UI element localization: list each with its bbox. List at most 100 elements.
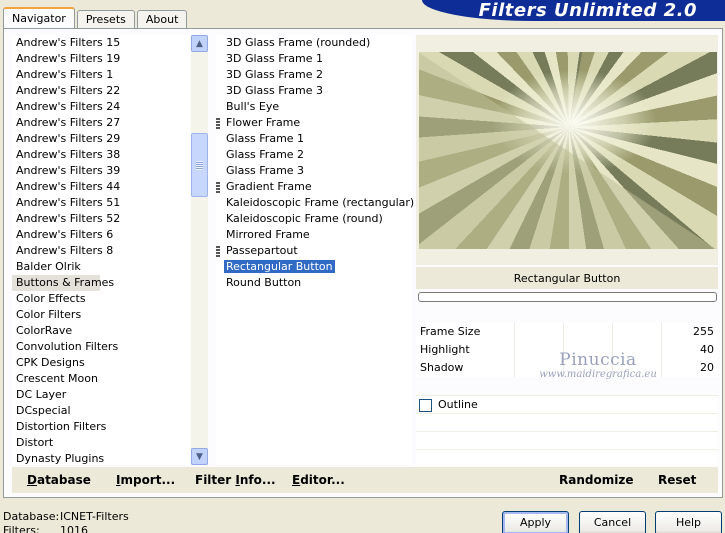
category-item[interactable]: Andrew's Filters 15: [12, 35, 190, 51]
outline-checkbox[interactable]: [419, 399, 432, 412]
parameter-name: Shadow: [420, 361, 464, 374]
parameter-slider[interactable]: Frame Size 255: [416, 323, 718, 341]
subfolder-marker-icon: [216, 118, 220, 129]
category-scrollbar[interactable]: ▲ ▼: [191, 35, 208, 465]
filter-item-label: Flower Frame: [226, 116, 301, 129]
filter-title: Rectangular Button: [416, 267, 718, 289]
category-item[interactable]: Convolution Filters: [12, 339, 190, 355]
category-item[interactable]: Dynasty Plugins: [12, 451, 190, 465]
filter-item-label: Mirrored Frame: [226, 228, 310, 241]
category-item[interactable]: Distort: [12, 435, 190, 451]
status-filters: Filters: 1016: [3, 524, 88, 533]
scroll-up-button[interactable]: ▲: [191, 35, 208, 52]
outline-option[interactable]: Outline: [416, 395, 718, 413]
navigator-panel: Andrew's Filters 15 Andrew's Filters 19 An…: [3, 28, 723, 498]
filter-item[interactable]: Gradient Frame: [216, 179, 412, 195]
parameter-slider[interactable]: Shadow 20: [416, 359, 718, 377]
parameter-name: Frame Size: [420, 325, 481, 338]
empty-option-row: [416, 431, 718, 449]
slider-track: [466, 359, 678, 377]
import-button[interactable]: Import...: [116, 467, 175, 493]
subfolder-marker-icon: [216, 182, 220, 193]
filter-item[interactable]: 3D Glass Frame (rounded): [216, 35, 412, 51]
cancel-button[interactable]: Cancel: [579, 511, 646, 533]
panel-actions: Database Import... Filter Info... Editor…: [12, 467, 718, 493]
category-list[interactable]: Andrew's Filters 15 Andrew's Filters 19 An…: [12, 35, 190, 465]
filter-info-button[interactable]: Filter Info...: [195, 467, 276, 493]
category-item[interactable]: Buttons & Frames: [12, 275, 114, 291]
category-item[interactable]: Balder Olrik: [12, 259, 190, 275]
tab-about[interactable]: About: [136, 10, 188, 28]
filter-item-label: Gradient Frame: [226, 180, 312, 193]
apply-button[interactable]: Apply: [502, 511, 569, 533]
database-button[interactable]: Database: [27, 467, 91, 493]
empty-option-row: [416, 449, 718, 467]
category-item[interactable]: DCspecial: [12, 403, 190, 419]
category-item[interactable]: Andrew's Filters 1: [12, 67, 190, 83]
parameter-slider[interactable]: Highlight 40: [416, 341, 718, 359]
filter-item[interactable]: Glass Frame 1: [216, 131, 412, 147]
category-item[interactable]: Andrew's Filters 22: [12, 83, 190, 99]
filter-item-label: 3D Glass Frame 3: [226, 84, 324, 97]
filter-list[interactable]: 3D Glass Frame (rounded) 3D Glass Frame 1…: [216, 35, 414, 465]
parameter-value: 255: [693, 325, 714, 338]
parameter-name: Highlight: [420, 343, 470, 356]
filter-item[interactable]: Glass Frame 2: [216, 147, 412, 163]
category-item[interactable]: Andrew's Filters 39: [12, 163, 190, 179]
category-item[interactable]: Andrew's Filters 38: [12, 147, 190, 163]
filter-item-label: Glass Frame 2: [226, 148, 305, 161]
category-item[interactable]: Andrew's Filters 6: [12, 227, 190, 243]
randomize-button[interactable]: Randomize: [559, 467, 633, 493]
filter-item[interactable]: Rectangular Button: [216, 259, 412, 275]
status-info: Database:ICNET-Filters Filters: 1016: [3, 510, 129, 533]
category-item[interactable]: Andrew's Filters 8: [12, 243, 190, 259]
preview-image: [419, 52, 717, 249]
chevron-up-icon: ▲: [196, 38, 203, 49]
editor-button[interactable]: Editor...: [292, 467, 345, 493]
category-item[interactable]: Andrew's Filters 24: [12, 99, 190, 115]
filter-item[interactable]: Passepartout: [216, 243, 412, 259]
category-item[interactable]: Color Filters: [12, 307, 190, 323]
category-item[interactable]: Andrew's Filters 27: [12, 115, 190, 131]
filter-item-label: 3D Glass Frame 1: [226, 52, 324, 65]
preview-area: [416, 35, 718, 265]
help-button[interactable]: Help: [655, 511, 722, 533]
filter-item-label: 3D Glass Frame (rounded): [226, 36, 371, 49]
scroll-thumb[interactable]: [191, 133, 208, 197]
tab-presets[interactable]: Presets: [76, 10, 135, 28]
filter-item-label: Round Button: [226, 276, 302, 289]
category-item[interactable]: Andrew's Filters 19: [12, 51, 190, 67]
category-item[interactable]: DC Layer: [12, 387, 190, 403]
filter-item[interactable]: Bull's Eye: [216, 99, 412, 115]
filter-item[interactable]: 3D Glass Frame 2: [216, 67, 412, 83]
category-item[interactable]: Andrew's Filters 29: [12, 131, 190, 147]
filter-item[interactable]: 3D Glass Frame 1: [216, 51, 412, 67]
category-item[interactable]: Crescent Moon: [12, 371, 190, 387]
filter-item[interactable]: Kaleidoscopic Frame (round): [216, 211, 412, 227]
grip-icon: [196, 160, 203, 170]
category-item[interactable]: Color Effects: [12, 291, 190, 307]
parameter-list: Frame Size 255 Highlight 40 Shadow 20 Pinucci…: [416, 323, 718, 380]
category-item[interactable]: ColorRave: [12, 323, 190, 339]
filter-item[interactable]: Flower Frame: [216, 115, 412, 131]
filter-item-label: 3D Glass Frame 2: [226, 68, 324, 81]
progress-bar: [418, 292, 717, 302]
reset-button[interactable]: Reset: [658, 467, 696, 493]
filter-item[interactable]: Glass Frame 3: [216, 163, 412, 179]
outline-label: Outline: [438, 398, 478, 411]
filter-item[interactable]: 3D Glass Frame 3: [216, 83, 412, 99]
filter-item[interactable]: Round Button: [216, 275, 412, 291]
category-item[interactable]: Andrew's Filters 52: [12, 211, 190, 227]
empty-option-row: [416, 413, 718, 431]
scroll-down-button[interactable]: ▼: [191, 448, 208, 465]
category-item[interactable]: Andrew's Filters 44: [12, 179, 190, 195]
filter-item-label: Bull's Eye: [226, 100, 280, 113]
category-item[interactable]: Distortion Filters: [12, 419, 190, 435]
filter-item-label: Kaleidoscopic Frame (rectangular): [226, 196, 415, 209]
category-item[interactable]: CPK Designs: [12, 355, 190, 371]
filter-item[interactable]: Kaleidoscopic Frame (rectangular): [216, 195, 414, 211]
tab-navigator[interactable]: Navigator: [3, 7, 75, 28]
filter-item[interactable]: Mirrored Frame: [216, 227, 412, 243]
parameter-value: 20: [700, 361, 714, 374]
category-item[interactable]: Andrew's Filters 51: [12, 195, 190, 211]
